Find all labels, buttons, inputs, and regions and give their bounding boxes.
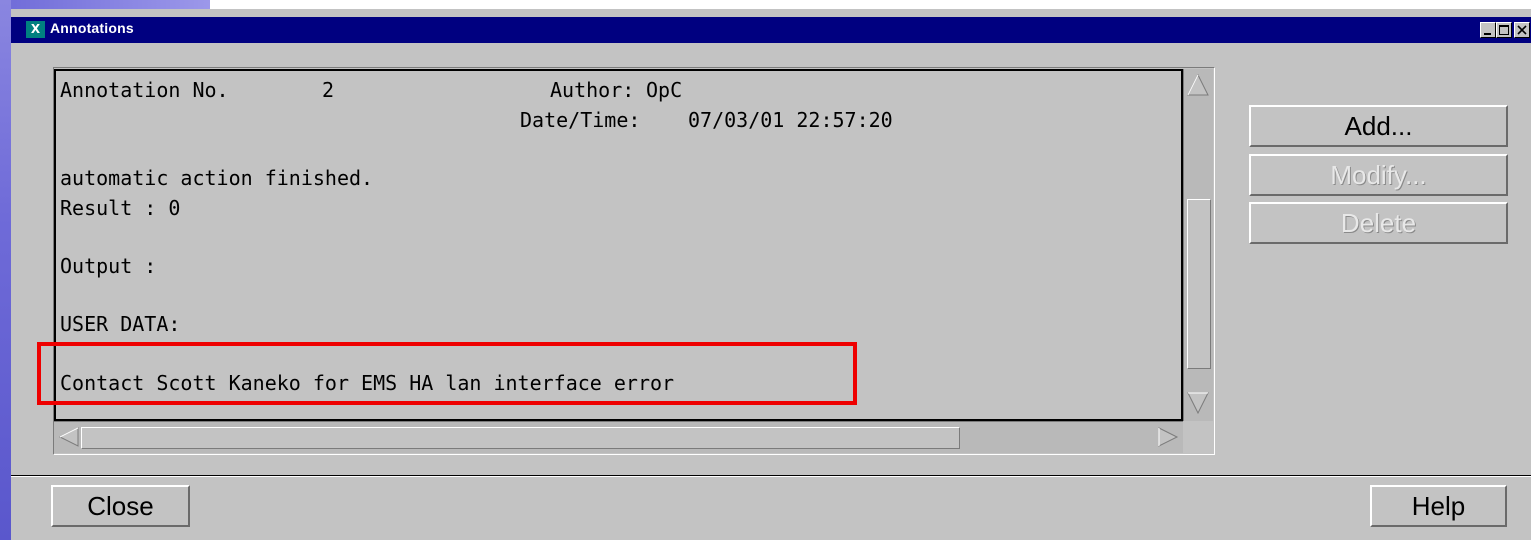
annotation-line: USER DATA: xyxy=(60,312,181,336)
footer-separator xyxy=(11,475,1531,477)
vertical-scroll-thumb[interactable] xyxy=(1187,199,1211,369)
horizontal-scrollbar[interactable] xyxy=(54,421,1183,453)
scroll-left-button[interactable] xyxy=(58,426,80,452)
app-icon[interactable]: X xyxy=(26,21,45,38)
annotation-line: automatic action finished. xyxy=(60,166,374,190)
delete-button[interactable]: Delete xyxy=(1249,202,1508,244)
maximize-button[interactable] xyxy=(1496,22,1512,38)
arrow-down-icon xyxy=(1187,392,1209,415)
arrow-left-icon xyxy=(58,427,79,447)
minimize-button[interactable] xyxy=(1480,22,1496,38)
modify-button[interactable]: Modify... xyxy=(1249,154,1508,196)
scroll-up-button[interactable] xyxy=(1186,71,1210,101)
author-value: OpC xyxy=(646,78,683,102)
datetime-value: 07/03/01 22:57:20 xyxy=(688,108,893,132)
horizontal-scroll-thumb[interactable] xyxy=(81,427,960,449)
help-button[interactable]: Help xyxy=(1370,485,1507,527)
scroll-right-button[interactable] xyxy=(1157,426,1179,452)
desktop-left-strip xyxy=(0,0,11,540)
close-button[interactable]: Close xyxy=(51,485,190,527)
close-window-button[interactable] xyxy=(1514,22,1530,38)
vertical-scrollbar[interactable] xyxy=(1183,69,1213,421)
arrow-right-icon xyxy=(1158,427,1179,447)
author-label: Author: xyxy=(550,78,635,102)
maximize-icon xyxy=(1499,25,1509,35)
desktop-accent xyxy=(0,0,210,9)
title-bar[interactable]: X Annotations xyxy=(11,17,1531,43)
annotations-window: X Annotations Annotation No. 2 Author: O… xyxy=(11,9,1531,540)
highlight-box xyxy=(37,342,857,405)
minimize-icon xyxy=(1484,33,1491,35)
datetime-label: Date/Time: xyxy=(520,108,641,132)
annotation-number: 2 xyxy=(322,78,335,102)
add-button[interactable]: Add... xyxy=(1249,105,1508,147)
annotation-line: Output : xyxy=(60,254,157,278)
window-title: Annotations xyxy=(50,20,134,36)
annotation-number-label: Annotation No. xyxy=(60,78,229,102)
scroll-down-button[interactable] xyxy=(1186,391,1210,421)
desktop-top-band xyxy=(0,0,1531,9)
annotation-line: Result : 0 xyxy=(60,196,181,220)
arrow-up-icon xyxy=(1187,73,1209,96)
close-icon xyxy=(1517,25,1527,35)
